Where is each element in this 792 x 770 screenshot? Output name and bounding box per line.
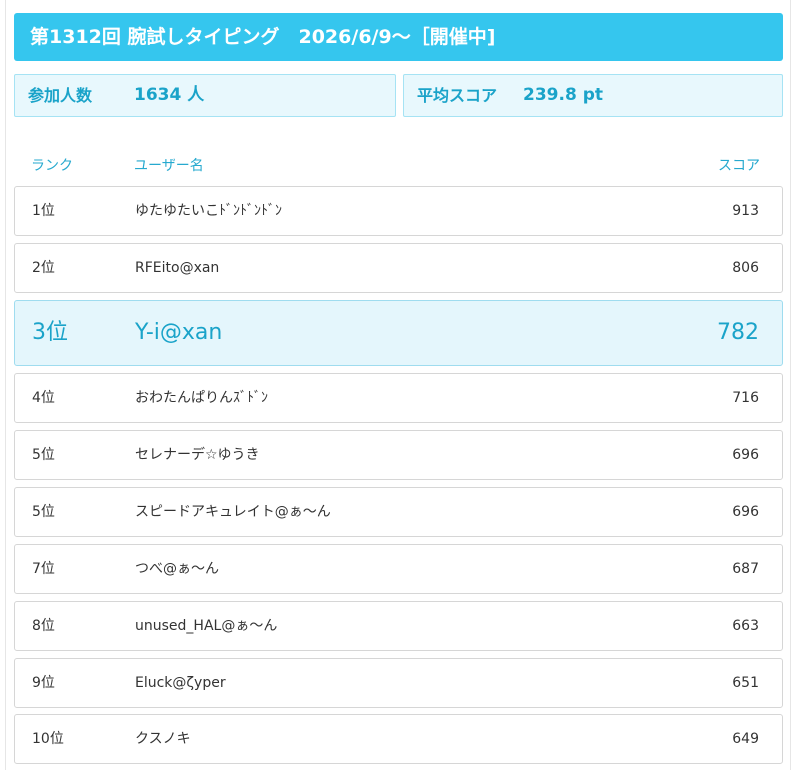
ranking-row-highlighted[interactable]: 3位 Y-i@xan 782: [14, 300, 783, 366]
row-score: 663: [732, 618, 759, 634]
row-rank: 9位: [32, 675, 55, 691]
row-score: 913: [732, 203, 759, 219]
row-rank: 5位: [32, 447, 55, 463]
row-score: 651: [732, 675, 759, 691]
row-username: おわたんぱりんｽﾞﾄﾞﾝ: [135, 390, 268, 406]
row-username: スピードアキュレイト@ぁ〜ん: [135, 504, 331, 520]
row-rank: 5位: [32, 504, 55, 520]
average-score-value: 239.8 pt: [523, 85, 603, 105]
contest-banner: 第1312回 腕試しタイピング 2026/6/9〜［開催中]: [14, 13, 783, 61]
column-header-score: スコア: [718, 158, 760, 174]
row-score: 696: [732, 504, 759, 520]
row-score: 716: [732, 390, 759, 406]
ranking-row[interactable]: 1位 ゆたゆたいこﾄﾞﾝﾄﾞﾝﾄﾞﾝ 913: [14, 186, 783, 236]
ranking-row[interactable]: 2位 RFEito@xan 806: [14, 243, 783, 293]
row-username: クスノキ: [135, 731, 191, 747]
ranking-row[interactable]: 10位 クスノキ 649: [14, 714, 783, 764]
row-score: 696: [732, 447, 759, 463]
ranking-row[interactable]: 7位 つべ@ぁ〜ん 687: [14, 544, 783, 594]
row-username: unused_HAL@ぁ〜ん: [135, 618, 278, 634]
ranking-row[interactable]: 4位 おわたんぱりんｽﾞﾄﾞﾝ 716: [14, 373, 783, 423]
row-rank: 8位: [32, 618, 55, 634]
row-username: つべ@ぁ〜ん: [135, 561, 219, 577]
row-rank: 4位: [32, 390, 55, 406]
row-score: 782: [717, 320, 759, 345]
row-username: セレナーデ☆ゆうき: [135, 447, 260, 463]
ranking-row[interactable]: 5位 スピードアキュレイト@ぁ〜ん 696: [14, 487, 783, 537]
participants-label: 参加人数: [28, 86, 93, 105]
row-username: ゆたゆたいこﾄﾞﾝﾄﾞﾝﾄﾞﾝ: [135, 203, 282, 219]
row-score: 649: [732, 731, 759, 747]
row-username: Y-i@xan: [135, 320, 223, 345]
row-score: 687: [732, 561, 759, 577]
ranking-row[interactable]: 9位 Eluck@ζyper 651: [14, 658, 783, 708]
row-username: RFEito@xan: [135, 260, 220, 276]
row-rank: 2位: [32, 260, 55, 276]
ranking-row[interactable]: 5位 セレナーデ☆ゆうき 696: [14, 430, 783, 480]
ranking-row[interactable]: 8位 unused_HAL@ぁ〜ん 663: [14, 601, 783, 651]
column-header-username: ユーザー名: [134, 158, 204, 174]
row-username: Eluck@ζyper: [135, 675, 226, 691]
row-score: 806: [732, 260, 759, 276]
participants-value: 1634 人: [134, 85, 205, 105]
row-rank: 7位: [32, 561, 55, 577]
row-rank: 10位: [32, 731, 64, 747]
participants-box: 参加人数 1634 人: [14, 74, 396, 117]
contest-title: 第1312回 腕試しタイピング 2026/6/9〜［開催中]: [30, 26, 496, 48]
column-header-rank: ランク: [31, 158, 73, 174]
row-rank: 3位: [32, 320, 68, 345]
row-rank: 1位: [32, 203, 55, 219]
average-score-label: 平均スコア: [417, 86, 498, 105]
average-score-box: 平均スコア 239.8 pt: [403, 74, 783, 117]
